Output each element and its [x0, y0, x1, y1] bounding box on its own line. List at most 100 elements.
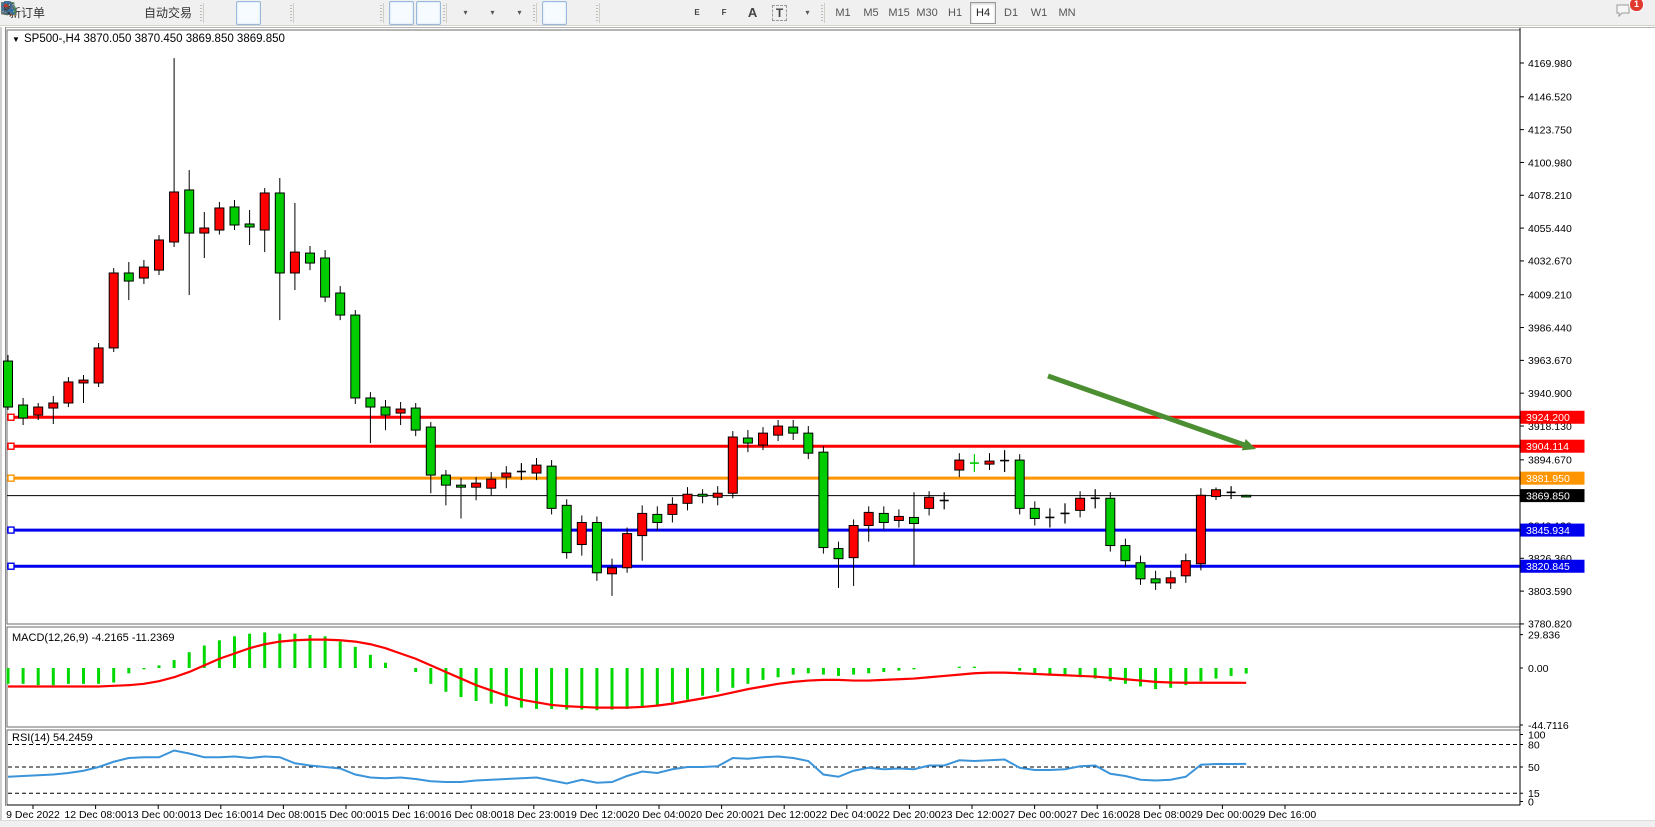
- candle-body: [1121, 546, 1130, 561]
- templates-icon[interactable]: ▾: [506, 1, 531, 25]
- candle-body: [260, 193, 269, 230]
- timeframe-button-W1[interactable]: W1: [1026, 2, 1052, 24]
- timeframe-button-M1[interactable]: M1: [830, 2, 856, 24]
- timeframe-button-H1[interactable]: H1: [942, 2, 968, 24]
- candle-body: [1196, 495, 1205, 563]
- timeframe-button-D1[interactable]: D1: [998, 2, 1024, 24]
- channel-tool-icon[interactable]: E: [686, 1, 711, 25]
- tag-icon[interactable]: [53, 1, 78, 25]
- candle-body: [879, 513, 888, 522]
- chart-shift-icon[interactable]: [416, 1, 441, 25]
- signal-icon[interactable]: [107, 1, 132, 25]
- candle-body: [1136, 563, 1145, 579]
- candle-body: [381, 407, 390, 415]
- candle-body: [215, 208, 224, 230]
- terminal-icon[interactable]: [80, 1, 105, 25]
- auto-scroll-icon[interactable]: [389, 1, 414, 25]
- notifications-icon[interactable]: 1: [1614, 1, 1639, 25]
- line-handle[interactable]: [8, 443, 14, 449]
- candle-body: [200, 228, 209, 233]
- candle-body: [502, 473, 511, 477]
- candle-body: [170, 192, 179, 242]
- trendline-tool-icon[interactable]: [659, 1, 684, 25]
- candle-body: [1030, 508, 1039, 518]
- chart-canvas[interactable]: 4169.9804146.5204123.7504100.9804078.210…: [0, 26, 1655, 827]
- toolbar-right-group: 1: [1586, 1, 1647, 25]
- crosshair-tool-icon[interactable]: [569, 1, 594, 25]
- zoom-in-icon[interactable]: [299, 1, 324, 25]
- zoom-out-icon[interactable]: [326, 1, 351, 25]
- timeframe-button-M15[interactable]: M15: [886, 2, 912, 24]
- candle-body: [1242, 495, 1251, 497]
- line-handle[interactable]: [8, 527, 14, 533]
- candle-body: [623, 534, 632, 568]
- candle-body: [487, 479, 496, 488]
- tile-windows-icon[interactable]: [353, 1, 378, 25]
- indicators-icon[interactable]: ▾: [452, 1, 477, 25]
- auto-trading-button[interactable]: 自动交易: [134, 2, 198, 24]
- main-pane: [7, 30, 1520, 624]
- arrows-tool-icon[interactable]: ▾: [794, 1, 819, 25]
- candle-body: [849, 526, 858, 558]
- candle-body: [396, 409, 405, 413]
- toolbar-separator: [383, 3, 384, 23]
- dropdown-icon: ▾: [464, 8, 468, 17]
- candle-body: [366, 398, 375, 407]
- rsi-label: RSI(14) 54.2459: [12, 732, 93, 744]
- candle-body: [728, 437, 737, 493]
- price-tick-label: 4055.440: [1528, 223, 1572, 235]
- line-handle[interactable]: [8, 475, 14, 481]
- timeframe-button-H4[interactable]: H4: [970, 2, 996, 24]
- candle-body: [19, 405, 28, 418]
- price-tick-label: 3986.440: [1528, 322, 1572, 334]
- horizontal-line-tool-icon[interactable]: [632, 1, 657, 25]
- candle-body: [608, 568, 617, 574]
- candle-body: [955, 460, 964, 470]
- candle-body: [532, 465, 541, 473]
- candle-body: [426, 427, 435, 475]
- dropdown-icon: ▾: [806, 8, 810, 17]
- line-handle[interactable]: [8, 563, 14, 569]
- candle-body: [411, 408, 420, 430]
- candlestick-chart-icon[interactable]: [236, 1, 261, 25]
- bar-chart-icon[interactable]: [209, 1, 234, 25]
- candle-body: [306, 253, 315, 263]
- timeframe-group: M1M5M15M30H1H4D1W1MN: [829, 2, 1081, 24]
- vertical-line-tool-icon[interactable]: [605, 1, 630, 25]
- timeframe-button-M5[interactable]: M5: [858, 2, 884, 24]
- chart-ohlc-title: SP500-,H4 3870.050 3870.450 3869.850 386…: [24, 33, 285, 45]
- candle-body: [124, 273, 133, 281]
- toolbar-separator: [293, 3, 294, 23]
- price-tick-label: 3963.670: [1528, 355, 1572, 367]
- candle-body: [34, 407, 43, 415]
- rsi-scale-label: 50: [1528, 762, 1540, 774]
- candle-body: [275, 193, 284, 273]
- candle-body: [49, 403, 58, 408]
- text-tool-icon[interactable]: A: [740, 1, 765, 25]
- search-icon[interactable]: [1587, 1, 1612, 25]
- line-chart-icon[interactable]: [263, 1, 288, 25]
- fibonacci-tool-icon[interactable]: F: [713, 1, 738, 25]
- text-label-tool-icon[interactable]: T: [767, 1, 792, 25]
- timeframe-button-MN[interactable]: MN: [1054, 2, 1080, 24]
- candle-body: [774, 426, 783, 435]
- candle-body: [139, 267, 148, 278]
- candle-body: [985, 461, 994, 464]
- line-handle[interactable]: [8, 414, 14, 420]
- candle-body: [1106, 498, 1115, 545]
- candle-body: [683, 494, 692, 503]
- price-axis: 4169.9804146.5204123.7504100.9804078.210…: [1520, 28, 1585, 808]
- toolbar-separator: [446, 3, 447, 23]
- periods-clock-icon[interactable]: ▾: [479, 1, 504, 25]
- candle-body: [910, 517, 919, 523]
- candle-body: [562, 505, 571, 552]
- candle-body: [653, 514, 662, 522]
- candle-body: [592, 522, 601, 572]
- trading-terminal-window: 新订单 自动交易: [0, 0, 1655, 827]
- cursor-tool-icon[interactable]: [542, 1, 567, 25]
- toolbar-separator: [824, 3, 825, 23]
- candle-body: [351, 315, 360, 398]
- candle-body: [789, 427, 798, 433]
- timeframe-button-M30[interactable]: M30: [914, 2, 940, 24]
- candle-body: [547, 466, 556, 508]
